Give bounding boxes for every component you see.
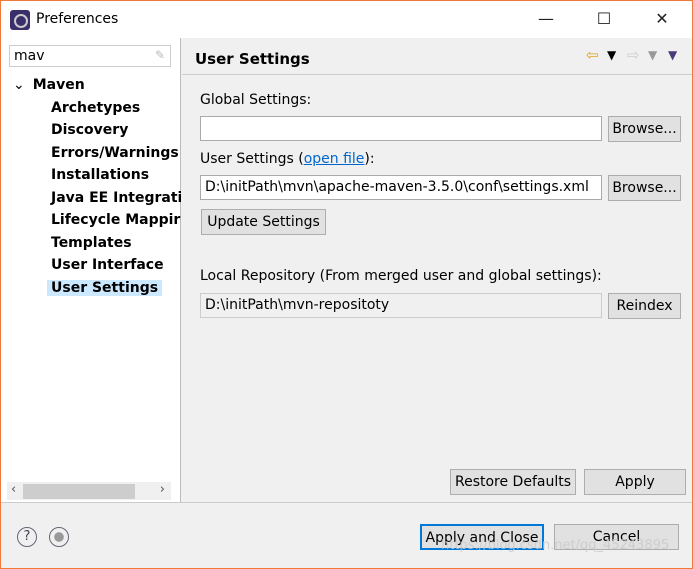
tree-item-label: Archetypes [51,99,141,116]
preference-tree-panel: mav ✎ ⌄ Maven Archetypes Discovery Errors/… [1,38,181,502]
record-icon[interactable] [49,527,69,547]
tree-item-label: User Interface [51,257,164,273]
tree-item[interactable]: Java EE Integrati [1,187,181,210]
page-header: User Settings ⇦ ▼ ⇨ ▼ ▼ [182,38,692,75]
tree-item[interactable]: Installations [1,164,181,187]
user-settings-label: User Settings (open file): [200,151,375,167]
local-repository-label: Local Repository (From merged user and g… [200,268,602,284]
view-menu-icon[interactable]: ▼ [668,48,677,62]
page-title: User Settings [195,50,310,68]
tree: ⌄ Maven Archetypes Discovery Errors/Warni… [1,74,181,299]
tree-item[interactable]: Errors/Warnings [1,142,181,165]
tree-item-label: Templates [51,234,132,251]
reindex-button[interactable]: Reindex [608,293,681,319]
tree-item-label: Errors/Warnings [51,144,179,161]
close-button[interactable]: ✕ [647,7,677,31]
settings-page: User Settings ⇦ ▼ ⇨ ▼ ▼ Global Settings:… [182,38,692,502]
apply-button[interactable]: Apply [584,469,686,495]
window-title: Preferences [36,11,119,27]
tree-item[interactable]: Discovery [1,119,181,142]
label-text: ): [364,151,375,167]
global-settings-label: Global Settings: [200,92,312,108]
back-menu-chevron-icon[interactable]: ▼ [607,48,616,62]
watermark: https://blog.csdn.net/qq_45243895 [441,538,670,553]
tree-item-label: Lifecycle Mappir [51,212,181,228]
filter-input[interactable]: mav ✎ [9,45,171,67]
tree-item-maven[interactable]: ⌄ Maven [1,74,181,97]
minimize-button[interactable]: — [531,7,561,31]
tree-item-label: Java EE Integrati [51,189,181,206]
update-settings-button[interactable]: Update Settings [201,209,326,235]
label-text: User Settings ( [200,151,304,167]
chevron-down-icon[interactable]: ⌄ [13,77,29,93]
user-settings-input[interactable]: D:\initPath\mvn\apache-maven-3.5.0\conf\… [200,175,602,200]
forward-arrow-icon[interactable]: ⇨ [627,46,640,64]
eraser-icon[interactable]: ✎ [155,48,165,62]
tree-item-label: Maven [32,77,85,93]
preferences-window: Preferences — ☐ ✕ mav ✎ ⌄ Maven Archetypes… [0,0,693,569]
dialog-footer: ? Apply and Close Cancel [1,502,692,568]
maximize-button[interactable]: ☐ [589,7,619,31]
chevron-right-icon[interactable]: › [160,482,165,497]
tree-item[interactable]: User Interface [1,254,181,277]
tree-item-selected[interactable]: User Settings [1,277,181,300]
local-repository-field: D:\initPath\mvn-repositoty [200,293,602,318]
title-bar: Preferences — ☐ ✕ [1,1,692,38]
open-file-link[interactable]: open file [304,151,365,167]
back-arrow-icon[interactable]: ⇦ [586,46,599,64]
forward-menu-chevron-icon[interactable]: ▼ [648,48,657,62]
browse-user-button[interactable]: Browse... [608,175,681,201]
tree-item-label: Discovery [51,122,129,138]
restore-defaults-button[interactable]: Restore Defaults [450,469,576,495]
global-settings-input[interactable] [200,116,602,141]
tree-item-label: User Settings [47,279,163,296]
chevron-left-icon[interactable]: ‹ [11,482,16,497]
tree-item[interactable]: Archetypes [1,97,181,120]
tree-item-label: Installations [51,167,150,183]
browse-global-button[interactable]: Browse... [608,116,681,142]
filter-value: mav [14,48,45,64]
scrollbar-thumb[interactable] [23,484,135,499]
tree-item[interactable]: Templates [1,232,181,255]
horizontal-scrollbar[interactable]: ‹ › [7,482,171,500]
help-icon[interactable]: ? [17,527,37,547]
tree-item[interactable]: Lifecycle Mappir [1,209,181,232]
eclipse-icon [10,10,30,30]
